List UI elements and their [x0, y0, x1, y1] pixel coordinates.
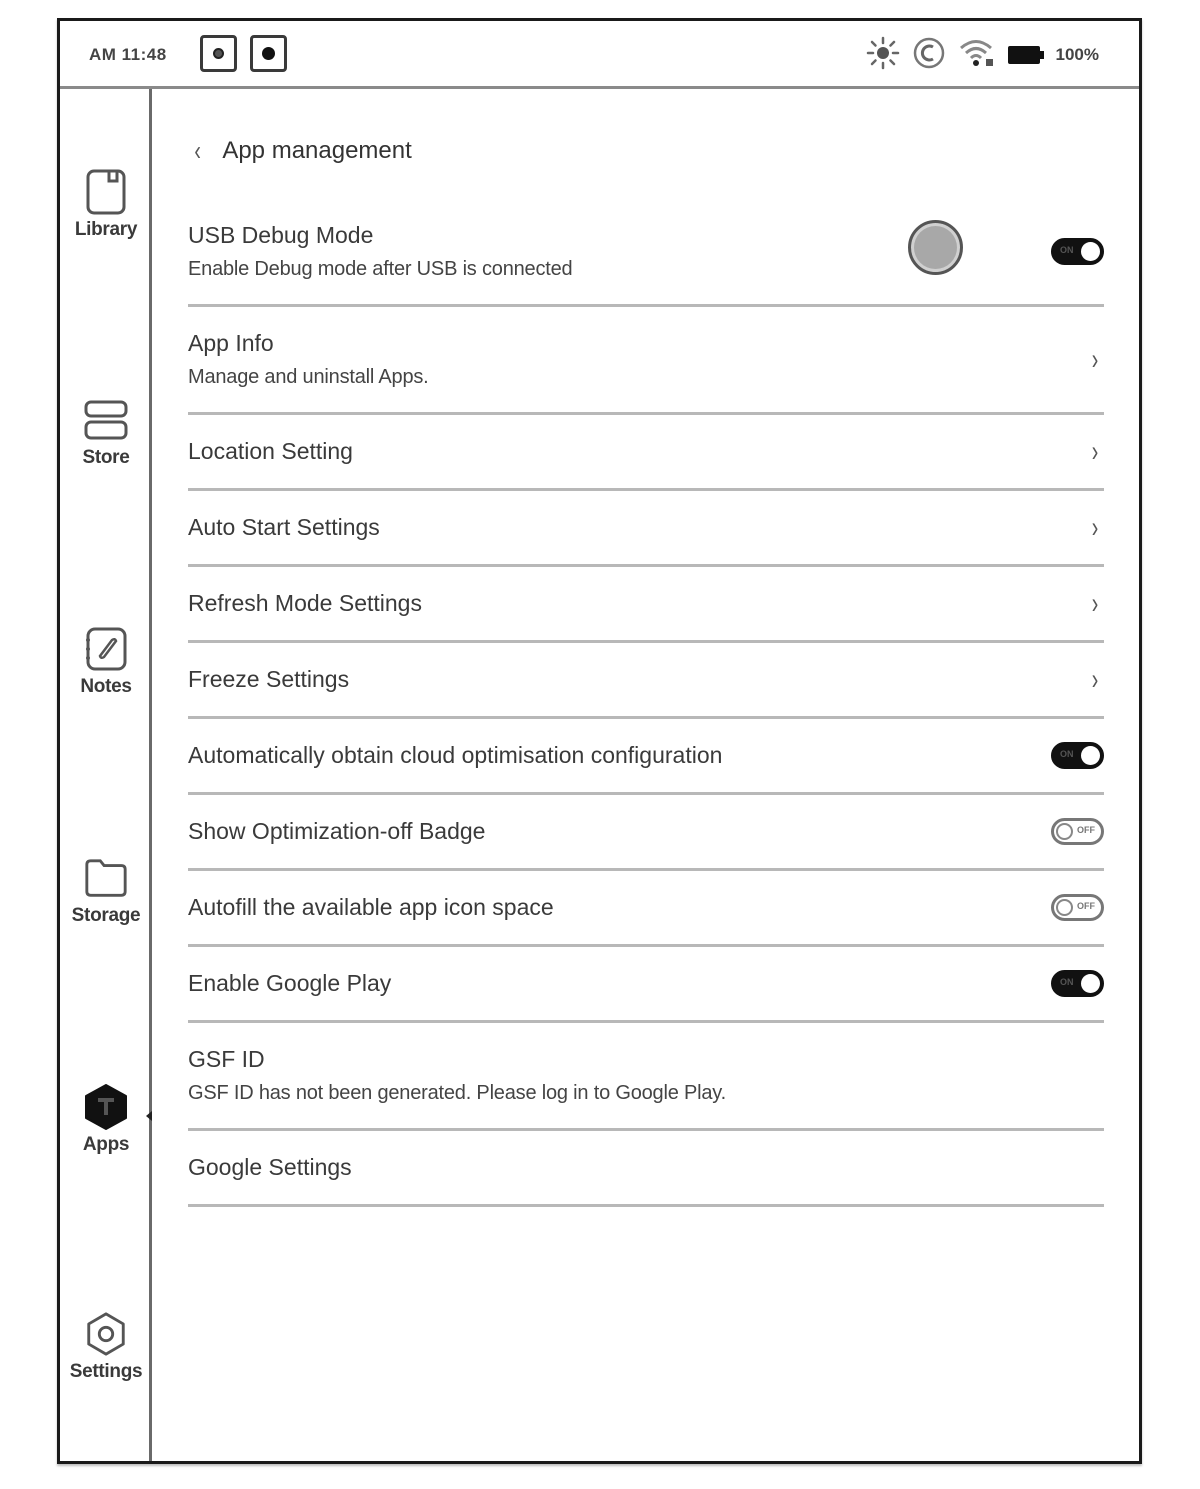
- optimization-badge-toggle[interactable]: OFF: [1051, 818, 1104, 845]
- brightness-icon[interactable]: [866, 36, 900, 75]
- sync-icon[interactable]: [912, 36, 946, 75]
- setting-subtitle: Enable Debug mode after USB is connected: [188, 258, 573, 280]
- setting-title: Enable Google Play: [188, 970, 392, 996]
- apps-icon: [83, 1082, 129, 1132]
- setting-freeze[interactable]: Freeze Settings ›: [188, 643, 1104, 719]
- library-icon: [83, 167, 129, 217]
- sidebar-item-label: Store: [82, 447, 130, 468]
- setting-subtitle: GSF ID has not been generated. Please lo…: [188, 1082, 726, 1104]
- chevron-right-icon: ›: [1091, 342, 1099, 376]
- status-icons: 100%: [866, 36, 1099, 75]
- page-title: App management: [222, 137, 412, 164]
- setting-title: Location Setting: [188, 438, 353, 464]
- notes-icon: [83, 624, 129, 674]
- setting-title: App Info: [188, 330, 274, 356]
- settings-icon: [83, 1309, 129, 1359]
- sidebar-item-library[interactable]: Library: [60, 167, 152, 241]
- battery-percent: 100%: [1055, 45, 1099, 64]
- chevron-right-icon: ›: [1091, 510, 1099, 544]
- setting-optimization-off-badge[interactable]: Show Optimization-off Badge OFF: [188, 795, 1104, 871]
- setting-title: Refresh Mode Settings: [188, 590, 422, 616]
- status-time: AM 11:48: [89, 45, 167, 64]
- setting-title: USB Debug Mode: [188, 222, 374, 248]
- sidebar-item-apps[interactable]: Apps: [60, 1082, 152, 1156]
- setting-title: Auto Start Settings: [188, 514, 380, 540]
- sidebar-item-settings[interactable]: Settings: [60, 1309, 152, 1383]
- active-indicator: [146, 1111, 152, 1121]
- google-play-toggle[interactable]: ON: [1051, 970, 1104, 997]
- store-icon: [83, 395, 129, 445]
- setting-enable-google-play[interactable]: Enable Google Play ON: [188, 947, 1104, 1023]
- sidebar-item-notes[interactable]: Notes: [60, 624, 152, 698]
- setting-app-info[interactable]: App Info Manage and uninstall Apps. ›: [188, 307, 1104, 415]
- sidebar-item-store[interactable]: Store: [60, 395, 152, 469]
- setting-title: Freeze Settings: [188, 666, 350, 692]
- setting-title: Google Settings: [188, 1154, 352, 1180]
- setting-usb-debug-mode[interactable]: USB Debug Mode Enable Debug mode after U…: [188, 199, 1104, 307]
- chevron-right-icon: ›: [1091, 434, 1099, 468]
- chevron-right-icon: ›: [1091, 662, 1099, 696]
- sidebar-item-label: Apps: [82, 1134, 130, 1155]
- refresh-indicator-icon[interactable]: [200, 35, 237, 72]
- setting-gsf-id[interactable]: GSF ID GSF ID has not been generated. Pl…: [188, 1023, 1104, 1131]
- setting-google-settings[interactable]: Google Settings: [188, 1131, 1104, 1207]
- sidebar: Library Store Notes Storage Apps Setting…: [60, 89, 152, 1461]
- battery-icon: [1007, 46, 1044, 64]
- device-frame: AM 11:48 100% Library Store Notes Storag…: [57, 18, 1142, 1464]
- main-content: ‹ App management USB Debug Mode Enable D…: [155, 89, 1139, 1461]
- cloud-optimisation-toggle[interactable]: ON: [1051, 742, 1104, 769]
- setting-location[interactable]: Location Setting ›: [188, 415, 1104, 491]
- setting-title: GSF ID: [188, 1046, 265, 1072]
- setting-refresh-mode[interactable]: Refresh Mode Settings ›: [188, 567, 1104, 643]
- sidebar-item-label: Library: [74, 219, 138, 240]
- setting-subtitle: Manage and uninstall Apps.: [188, 366, 429, 388]
- setting-auto-start[interactable]: Auto Start Settings ›: [188, 491, 1104, 567]
- setting-title: Show Optimization-off Badge: [188, 818, 486, 844]
- sidebar-item-storage[interactable]: Storage: [60, 853, 152, 927]
- sidebar-item-label: Notes: [80, 676, 132, 697]
- floating-ball-icon[interactable]: [908, 220, 963, 275]
- chevron-left-icon: ‹: [194, 135, 201, 166]
- setting-autofill-icon-space[interactable]: Autofill the available app icon space OF…: [188, 871, 1104, 947]
- chevron-right-icon: ›: [1091, 586, 1099, 620]
- folder-icon: [83, 853, 129, 903]
- wifi-icon[interactable]: [958, 37, 996, 74]
- status-bar: AM 11:48 100%: [60, 21, 1139, 89]
- setting-cloud-optimisation[interactable]: Automatically obtain cloud optimisation …: [188, 719, 1104, 795]
- record-indicator-icon[interactable]: [250, 35, 287, 72]
- setting-title: Autofill the available app icon space: [188, 894, 554, 920]
- sidebar-item-label: Storage: [71, 905, 141, 926]
- back-button[interactable]: ‹ App management: [193, 135, 412, 166]
- usb-debug-toggle[interactable]: ON: [1051, 238, 1104, 265]
- setting-title: Automatically obtain cloud optimisation …: [188, 742, 723, 768]
- autofill-icon-toggle[interactable]: OFF: [1051, 894, 1104, 921]
- settings-list: USB Debug Mode Enable Debug mode after U…: [188, 199, 1104, 1207]
- sidebar-item-label: Settings: [69, 1361, 143, 1382]
